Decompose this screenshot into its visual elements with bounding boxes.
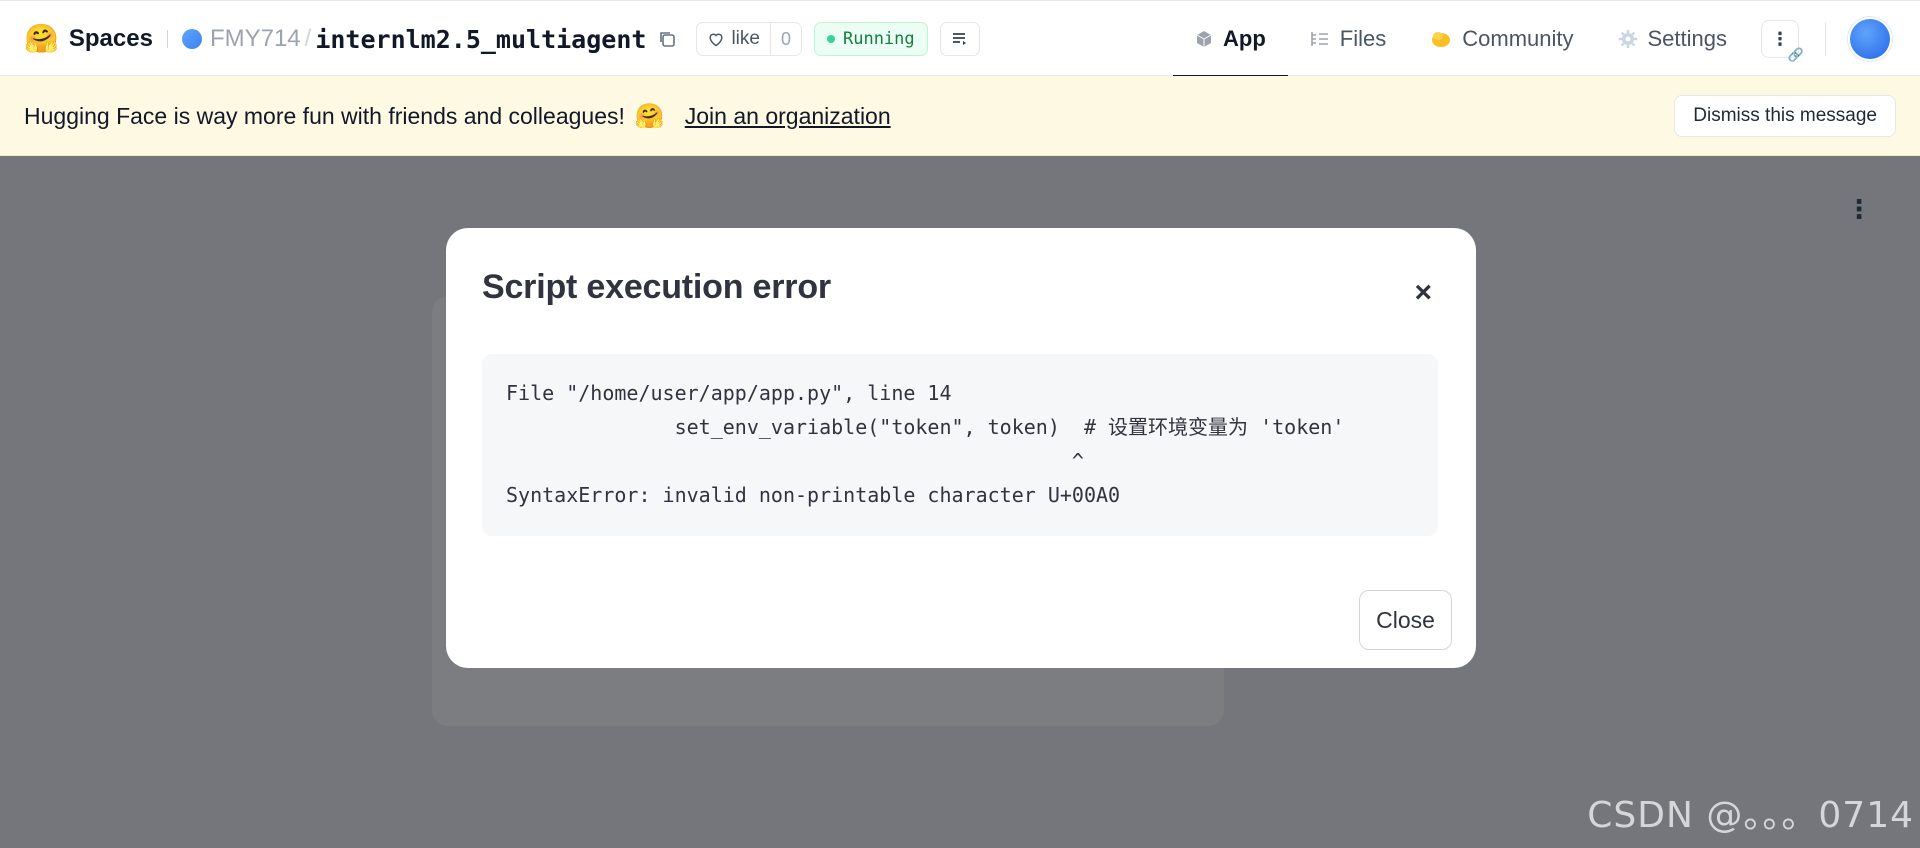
community-icon: [1430, 29, 1452, 49]
tab-settings-label: Settings: [1647, 26, 1728, 51]
more-options-button[interactable]: ⋮ 🔗: [1761, 20, 1804, 62]
error-traceback: File "/home/user/app/app.py", line 14 se…: [482, 354, 1438, 536]
repo-name-link[interactable]: internlm2.5_multiagent: [315, 25, 646, 54]
tab-files[interactable]: Files: [1288, 1, 1408, 77]
like-count[interactable]: 0: [769, 23, 801, 55]
status-label: Running: [842, 29, 915, 49]
tab-files-label: Files: [1339, 26, 1387, 51]
tab-app-label: App: [1223, 26, 1266, 51]
copy-icon[interactable]: [658, 30, 676, 48]
cube-icon: [1195, 30, 1213, 48]
header-right: App Files Community Settings ⋮ 🔗: [1173, 1, 1920, 78]
join-organization-link[interactable]: Join an organization: [685, 103, 891, 130]
tab-community[interactable]: Community: [1408, 1, 1595, 77]
status-dot-icon: [826, 35, 835, 43]
tab-community-label: Community: [1462, 26, 1574, 51]
owner-link[interactable]: FMY714: [210, 25, 301, 53]
header-left: 🤗 Spaces FMY714 / internlm2.5_multiagent…: [24, 1, 980, 77]
close-icon[interactable]: ×: [1414, 278, 1432, 308]
divider: [166, 30, 168, 48]
user-avatar[interactable]: [1850, 19, 1890, 59]
modal-title: Script execution error: [482, 268, 831, 306]
divider: [1825, 22, 1826, 56]
traceback-line: File "/home/user/app/app.py", line 14: [506, 381, 952, 405]
spaces-link[interactable]: Spaces: [69, 25, 153, 53]
status-badge[interactable]: Running: [813, 22, 928, 56]
banner-text: Hugging Face is way more fun with friend…: [24, 76, 891, 156]
owner-avatar[interactable]: [181, 29, 202, 49]
files-icon: [1310, 30, 1330, 48]
traceback-line: ^: [506, 449, 1084, 473]
traceback-line: SyntaxError: invalid non-printable chara…: [506, 483, 1121, 507]
close-button[interactable]: Close: [1359, 590, 1452, 650]
tab-settings[interactable]: Settings: [1596, 1, 1750, 77]
like-main[interactable]: like: [697, 23, 770, 55]
banner-message: Hugging Face is way more fun with friend…: [24, 102, 625, 129]
traceback-line: set_env_variable("token", token) # 设置环境变…: [506, 415, 1345, 439]
error-modal: Script execution error × File "/home/use…: [446, 228, 1476, 668]
org-banner: Hugging Face is way more fun with friend…: [0, 76, 1920, 156]
dismiss-message-button[interactable]: Dismiss this message: [1674, 95, 1896, 137]
link-icon: 🔗: [1787, 47, 1804, 62]
tab-app[interactable]: App: [1173, 1, 1288, 78]
app-menu-icon[interactable]: ⋮: [1846, 196, 1872, 222]
hugging-emoji-icon: 🤗: [634, 102, 665, 130]
path-separator: /: [304, 25, 312, 52]
like-button[interactable]: like 0: [696, 22, 802, 56]
logs-button[interactable]: [939, 22, 980, 56]
watermark: CSDN @。。。0714: [1587, 795, 1914, 836]
heart-icon: [709, 33, 723, 47]
like-label: like: [731, 28, 760, 49]
logs-icon: [952, 33, 966, 45]
gear-icon: [1618, 29, 1638, 49]
more-vertical-icon: ⋮: [1771, 28, 1789, 49]
hugging-face-logo-icon[interactable]: 🤗: [24, 25, 59, 53]
top-header: 🤗 Spaces FMY714 / internlm2.5_multiagent…: [0, 0, 1920, 78]
